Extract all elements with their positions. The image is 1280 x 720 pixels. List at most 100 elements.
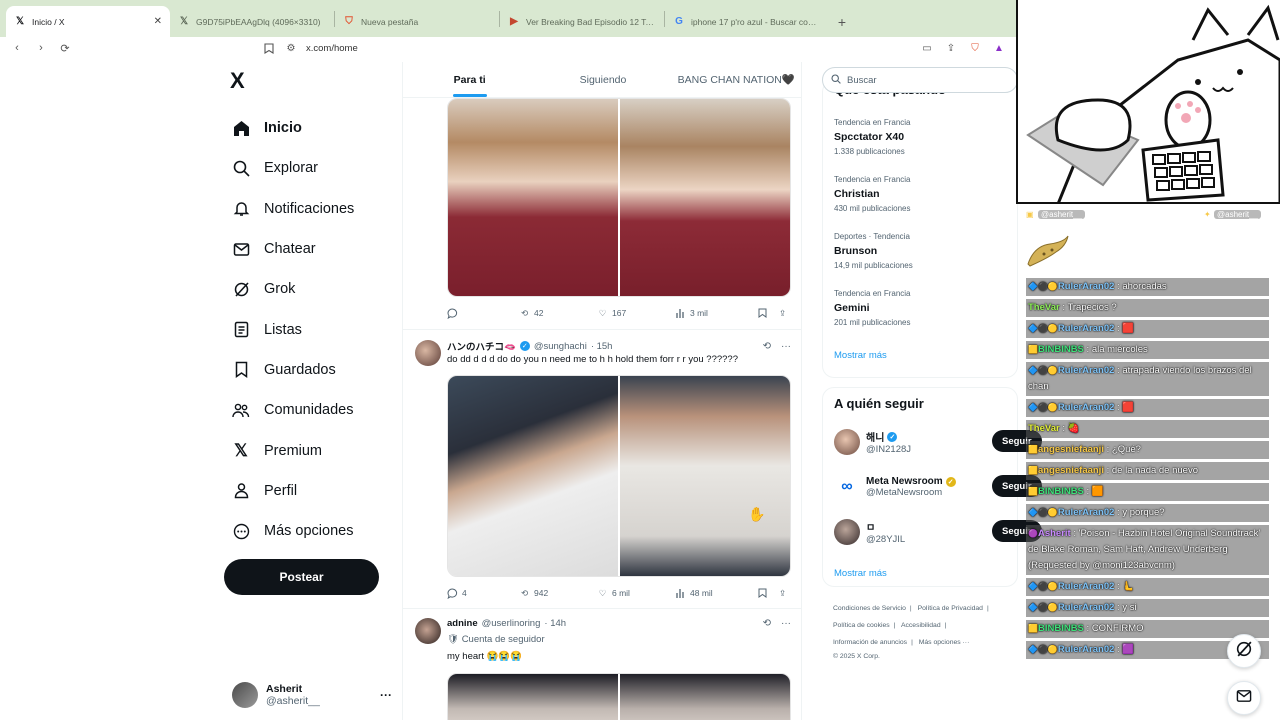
search-icon: [831, 73, 841, 87]
follow-suggestion[interactable]: ㅁ @28YJIL: [834, 516, 1014, 548]
nav-home[interactable]: Inicio: [222, 108, 354, 148]
chat-messages: 🔷⚫🟡RulerAran02 : ahorcadas TheVar : Trape…: [1026, 278, 1269, 662]
post-button[interactable]: Postear: [224, 559, 379, 595]
cheetah-icon: [1026, 234, 1070, 270]
browser-tab-1[interactable]: 𝕏 Inicio / X ✕: [6, 6, 170, 37]
chat-message: 🔷⚫🟡RulerAran02 : 🫷: [1026, 578, 1269, 596]
reload-icon[interactable]: ⟳: [58, 41, 72, 55]
chat-text: 🍓: [1067, 423, 1080, 434]
footer-link[interactable]: Accesibilidad: [901, 622, 941, 629]
more-icon[interactable]: ···: [781, 618, 791, 629]
chat-message: 🟨angesniefaanji : ¿Qué?: [1026, 441, 1269, 459]
search-input[interactable]: Buscar: [822, 67, 1018, 93]
browser-tab-2[interactable]: 𝕏 G9D75iPbEAAgDlq (4096×3310): [170, 6, 334, 37]
footer-link[interactable]: Política de cookies: [833, 622, 890, 629]
back-icon[interactable]: ‹: [10, 41, 24, 55]
chat-tag: @asherit__: [1038, 210, 1086, 219]
who-to-follow-title: A quién seguir: [834, 396, 924, 411]
author-name[interactable]: adnine: [447, 618, 478, 629]
close-icon[interactable]: ✕: [154, 16, 162, 27]
who-to-follow-panel: A quién seguir 해니 ✓ @IN2128J ∞ Meta Newsr…: [822, 387, 1018, 587]
account-switcher[interactable]: Asherit @asherit__ ···: [232, 679, 392, 711]
tab-para-ti[interactable]: Para ti: [403, 62, 536, 97]
author-name[interactable]: ハンのハチコ🫦: [447, 339, 516, 353]
bookmark-button[interactable]: [757, 588, 777, 599]
nav-grok[interactable]: Grok: [222, 269, 354, 309]
new-tab-button[interactable]: +: [829, 6, 855, 37]
show-more-trends[interactable]: Mostrar más: [834, 350, 887, 361]
grok-icon[interactable]: ⟲: [763, 341, 771, 352]
footer-link[interactable]: Condiciones de Servicio: [833, 605, 906, 612]
browser-tab-5[interactable]: G iphone 17 p'ro azul - Buscar con Goo: [665, 6, 829, 37]
bookmark-button[interactable]: [757, 308, 777, 319]
post-media[interactable]: [447, 673, 791, 720]
site-settings-icon[interactable]: ⚙: [284, 41, 298, 55]
grok-float-button[interactable]: [1227, 634, 1261, 668]
nav-profile[interactable]: Perfil: [222, 471, 354, 511]
repost-button[interactable]: ⟲ 942: [519, 588, 597, 599]
like-button[interactable]: ♡ 167: [597, 308, 675, 319]
trend-item[interactable]: Tendencia en Francia Gemini 201 mil publ…: [834, 289, 911, 327]
cast-icon[interactable]: ▭: [920, 41, 934, 55]
chat-username: angesniefaanji: [1037, 444, 1104, 455]
repost-button[interactable]: ⟲ 42: [519, 308, 597, 319]
brave-shield-icon[interactable]: ⛉: [968, 41, 982, 55]
show-more-follow[interactable]: Mostrar más: [834, 568, 887, 579]
nav-explore[interactable]: Explorar: [222, 148, 354, 188]
more-options-icon[interactable]: ···: [380, 688, 392, 702]
like-button[interactable]: ♡ 6 mil: [597, 588, 675, 599]
footer-link[interactable]: Más opciones ···: [919, 639, 970, 646]
post-media[interactable]: [447, 98, 791, 297]
post-time[interactable]: · 14h: [544, 618, 566, 629]
views-button[interactable]: 3 mil: [675, 308, 757, 319]
follow-suggestion[interactable]: ∞ Meta Newsroom ✓ @MetaNewsroom: [834, 471, 1014, 503]
nav-notifications[interactable]: Notificaciones: [222, 189, 354, 229]
media-image: [448, 99, 618, 296]
author-handle[interactable]: @userlinoring: [482, 618, 541, 629]
avatar[interactable]: [415, 618, 441, 644]
nav-lists[interactable]: Listas: [222, 309, 354, 349]
share-button[interactable]: ⇪: [777, 588, 788, 599]
more-icon[interactable]: ···: [781, 341, 791, 352]
footer-link[interactable]: Política de Privacidad: [918, 605, 983, 612]
share-icon[interactable]: ⇪: [944, 41, 958, 55]
tab-bang-chan-nation[interactable]: BANG CHAN NATION🖤: [670, 62, 801, 97]
chat-badges: 🔷⚫🟡: [1028, 403, 1058, 412]
footer-link[interactable]: Información de anuncios: [833, 639, 907, 646]
nav-communities[interactable]: Comunidades: [222, 390, 354, 430]
nav-label: Guardados: [264, 361, 336, 378]
chat-username: RulerAran02: [1057, 581, 1115, 592]
author-handle[interactable]: @sunghachi: [534, 341, 587, 352]
messages-float-button[interactable]: [1227, 681, 1261, 715]
post-media[interactable]: [447, 375, 791, 577]
bookmark-page-icon[interactable]: [262, 41, 276, 55]
avatar[interactable]: [415, 340, 441, 366]
post-time[interactable]: · 15h: [591, 341, 613, 352]
grok-icon[interactable]: ⟲: [763, 618, 771, 629]
forward-icon[interactable]: ›: [34, 41, 48, 55]
browser-tab-3[interactable]: ⛉ Nueva pestaña: [335, 6, 499, 37]
timeline-tabs: Para ti Siguiendo BANG CHAN NATION🖤: [403, 62, 801, 98]
video-icon: ▶: [510, 16, 518, 27]
browser-tab-4[interactable]: ▶ Ver Breaking Bad Episodio 12 Tempo: [500, 6, 664, 37]
trend-item[interactable]: Tendencia en Francia Spcctator X40 1.338…: [834, 118, 911, 156]
share-button[interactable]: ⇪: [777, 308, 788, 319]
address-bar[interactable]: ⚙ x.com/home: [262, 41, 882, 55]
footer-links: Política de cookies | Accesibilidad |: [833, 622, 947, 629]
brave-rewards-icon[interactable]: ▲: [992, 41, 1006, 55]
tab-siguiendo[interactable]: Siguiendo: [536, 62, 669, 97]
trend-item[interactable]: Deportes · Tendencia Brunson 14,9 mil pu…: [834, 232, 913, 270]
nav-premium[interactable]: 𝕏 Premium: [222, 430, 354, 470]
nav-more[interactable]: Más opciones: [222, 511, 354, 551]
x-logo-icon[interactable]: X: [230, 70, 252, 92]
repost-icon: ⟲: [520, 307, 529, 318]
reply-button[interactable]: [447, 308, 519, 319]
nav-bookmarks[interactable]: Guardados: [222, 350, 354, 390]
trend-item[interactable]: Tendencia en Francia Christian 430 mil p…: [834, 175, 911, 213]
chat-message: 🔷⚫🟡RulerAran02 : atrapada viendo los bra…: [1026, 362, 1269, 396]
follow-suggestion[interactable]: 해니 ✓ @IN2128J: [834, 426, 1014, 458]
browser-toolbar: ‹ › ⟳ ⚙ x.com/home ▭ ⇪ ⛉ ▲: [0, 37, 1016, 59]
views-button[interactable]: 48 mil: [675, 588, 757, 599]
nav-chat[interactable]: Chatear: [222, 229, 354, 269]
reply-button[interactable]: 4: [447, 588, 519, 599]
